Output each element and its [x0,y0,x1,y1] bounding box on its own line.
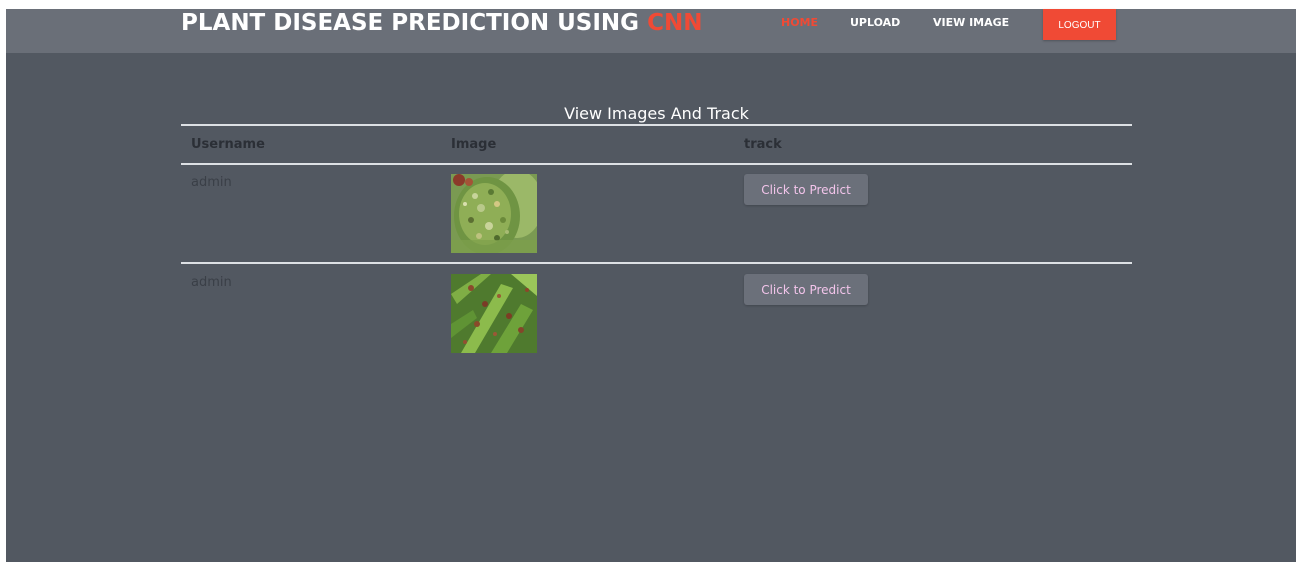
brand-title-text: PLANT DISEASE PREDICTION USING [181,10,648,36]
nav-view-image-link[interactable]: VIEW IMAGE [933,16,1009,29]
top-navbar: PLANT DISEASE PREDICTION USING CNN HOME … [6,9,1296,53]
leaf-photo-image-2 [451,274,537,353]
brand-title-accent: CNN [647,10,703,36]
brand-title: PLANT DISEASE PREDICTION USING CNN [181,10,702,36]
leaf-photo-icon [451,174,537,253]
row-username: admin [191,275,232,290]
leaf-photo-image-1 [451,174,537,253]
column-header-image: Image [451,137,497,152]
page-title: View Images And Track [564,104,749,123]
nav-home-link[interactable]: HOME [781,16,818,29]
table-top-divider [181,124,1132,126]
header-divider [181,163,1132,165]
logout-button[interactable]: LOGOUT [1043,9,1116,40]
app-frame: PLANT DISEASE PREDICTION USING CNN HOME … [6,9,1296,562]
column-header-track: track [744,137,782,152]
leaf-photo-icon [451,274,537,353]
predict-button[interactable]: Click to Predict [744,274,868,305]
nav-upload-link[interactable]: UPLOAD [850,16,900,29]
column-header-username: Username [191,137,265,152]
row-divider [181,262,1132,264]
row-username: admin [191,175,232,190]
predict-button[interactable]: Click to Predict [744,174,868,205]
